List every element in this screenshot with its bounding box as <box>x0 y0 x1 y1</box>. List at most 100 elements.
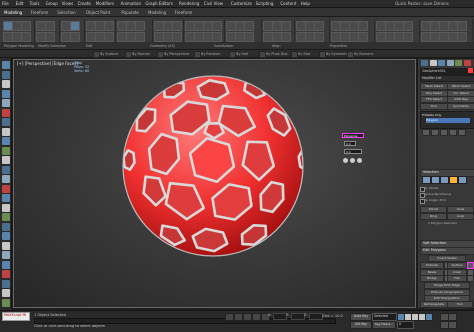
setkey-button[interactable]: Set Key <box>350 321 372 329</box>
ribbon-tool-button[interactable] <box>457 32 467 42</box>
modifier-shortcut-button[interactable]: Symmetry <box>447 102 474 110</box>
status-lock-icon[interactable] <box>243 313 252 321</box>
selection-mode-label[interactable]: By Random <box>201 52 220 56</box>
ribbon-tool-button[interactable] <box>314 21 324 31</box>
menu-item[interactable]: Content <box>280 1 296 6</box>
subobject-level-icon[interactable] <box>440 176 449 184</box>
ribbon-tab[interactable]: Freeform <box>175 10 193 15</box>
stack-tool-icon[interactable] <box>431 129 439 136</box>
object-color-swatch[interactable] <box>468 68 473 73</box>
menu-item[interactable]: File <box>2 1 9 6</box>
ribbon-tab[interactable]: Modeling <box>4 10 22 15</box>
ribbon-tool-button[interactable] <box>45 32 55 42</box>
modifier-stack-subitem[interactable]: Polygon <box>426 118 470 123</box>
modifier-list-dropdown[interactable]: Modifier List <box>420 75 474 82</box>
selection-mode-checkbox[interactable] <box>229 51 236 58</box>
subobject-level-icon[interactable] <box>449 176 458 184</box>
ribbon-tool-button[interactable] <box>21 21 31 31</box>
ribbon-tool-button[interactable] <box>135 21 145 31</box>
selection-option[interactable]: By Angle: 45.0 <box>424 198 446 202</box>
left-tool-icon[interactable] <box>2 279 10 288</box>
edit-polygon-settings-icon[interactable] <box>467 275 474 282</box>
caddy-value-field-2[interactable]: 0.0 <box>344 149 362 154</box>
ribbon-tool-button[interactable] <box>358 21 368 31</box>
stack-tool-icon[interactable] <box>422 129 430 136</box>
ribbon-tool-button[interactable] <box>172 32 182 42</box>
menu-item[interactable]: Modifiers <box>96 1 114 6</box>
menu-search-field[interactable]: Quick Pastes: save Dimens <box>395 1 449 6</box>
viewport-nav-icon[interactable] <box>448 313 457 321</box>
selection-checkbox[interactable] <box>420 186 425 192</box>
left-tool-icon[interactable] <box>2 146 10 155</box>
selection-checkbox[interactable] <box>420 198 425 204</box>
status-lock-icon[interactable] <box>252 313 261 321</box>
sphere-polygon-face[interactable] <box>191 227 229 253</box>
ribbon-tool-button[interactable] <box>358 32 368 42</box>
caddy-ok-icon[interactable] <box>343 158 348 163</box>
selected-dropdown[interactable]: Selected <box>372 313 397 321</box>
caddy-value-field[interactable]: 0.0 <box>344 141 356 146</box>
left-tool-icon[interactable] <box>2 80 10 88</box>
selection-grow-button[interactable]: Loop <box>447 212 474 220</box>
left-tool-icon[interactable] <box>2 270 10 278</box>
sphere-polygon-face[interactable] <box>123 149 136 171</box>
ribbon-group-label[interactable]: Align <box>272 44 281 48</box>
retriangulate-button[interactable]: Retriangulate <box>420 301 448 308</box>
ribbon-tab[interactable]: Freeform <box>31 10 49 15</box>
ribbon-tool-button[interactable] <box>45 21 55 31</box>
edit-polygon-button[interactable]: Bridge <box>420 275 444 282</box>
ribbon-tool-button[interactable] <box>281 32 291 42</box>
left-tool-icon[interactable] <box>2 184 10 193</box>
object-name-field[interactable]: GeoSphere001 <box>420 68 474 75</box>
left-tool-icon[interactable] <box>2 61 10 69</box>
left-tool-icon[interactable] <box>2 203 10 212</box>
geosphere-object[interactable] <box>14 60 417 309</box>
selection-mode-label[interactable]: By Surface <box>100 52 118 56</box>
subobject-level-icon[interactable] <box>431 176 440 184</box>
modifier-stack[interactable]: Editable Poly Polygon <box>420 111 474 129</box>
selection-mode-label[interactable]: By Pivot Dist <box>266 52 287 56</box>
insert-vertex-button[interactable]: Insert Vertex <box>428 255 466 262</box>
menu-item[interactable]: Graph Editors <box>145 1 172 6</box>
subobject-level-icon[interactable] <box>422 176 431 184</box>
ribbon-tab[interactable]: Modeling <box>148 10 166 15</box>
ribbon-tool-button[interactable] <box>403 32 413 42</box>
selection-mode-checkbox[interactable] <box>319 51 326 58</box>
left-tool-icon[interactable] <box>2 232 10 240</box>
sphere-polygon-face[interactable] <box>196 78 230 102</box>
command-panel-tab-icon[interactable] <box>438 60 445 66</box>
left-tool-icon[interactable] <box>2 118 10 126</box>
ribbon-tool-button[interactable] <box>314 32 324 42</box>
left-tool-icon[interactable] <box>2 251 10 259</box>
left-tool-icon[interactable] <box>2 89 10 98</box>
edit-polygons-rollout[interactable]: Edit Polygons <box>420 247 474 255</box>
menu-item[interactable]: Civil View <box>204 1 223 6</box>
menu-item[interactable]: Scripting <box>256 1 274 6</box>
ribbon-tool-button[interactable] <box>244 21 254 31</box>
selection-mode-checkbox[interactable] <box>93 51 100 58</box>
ribbon-group-label[interactable]: Subdivision <box>214 44 233 48</box>
menu-item[interactable]: Create <box>78 1 91 6</box>
left-tool-icon[interactable] <box>2 70 10 79</box>
ribbon-group-label[interactable]: Geometry (All) <box>150 44 175 48</box>
ribbon-tool-button[interactable] <box>135 32 145 42</box>
autokey-button[interactable]: Auto Key <box>350 313 372 321</box>
selection-mode-label[interactable]: By Symmetry <box>326 52 349 56</box>
playback-control-icon[interactable] <box>425 313 433 321</box>
menu-item[interactable]: Group <box>46 1 58 6</box>
ribbon-group-label[interactable]: Modify Selection <box>38 44 66 48</box>
sphere-polygon-face[interactable] <box>297 148 310 172</box>
selection-option[interactable]: Ignore Backfacing <box>424 192 451 196</box>
left-tool-icon[interactable] <box>2 99 10 107</box>
perspective-viewport[interactable]: [+] [Perspective] [Edge Faces] Total Poly… <box>13 59 416 308</box>
command-panel-tab-icon[interactable] <box>455 60 462 66</box>
selection-mode-checkbox[interactable] <box>125 51 132 58</box>
selection-mode-checkbox[interactable] <box>259 51 266 58</box>
ribbon-tab[interactable]: Object Paint <box>86 10 110 15</box>
ribbon-tool-button[interactable] <box>281 21 291 31</box>
left-tool-icon[interactable] <box>2 260 10 269</box>
ribbon-tool-button[interactable] <box>457 21 467 31</box>
left-tool-icon[interactable] <box>2 137 10 145</box>
selection-mode-checkbox[interactable] <box>194 51 201 58</box>
menu-item[interactable]: Customize <box>231 1 252 6</box>
